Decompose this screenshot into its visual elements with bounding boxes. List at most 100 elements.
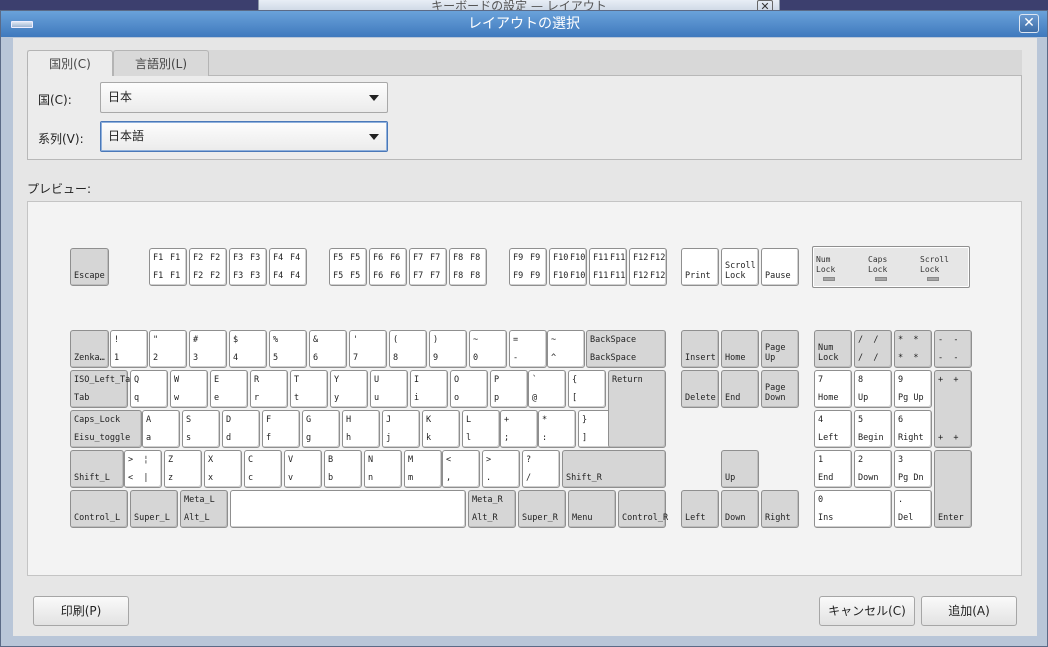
key-label-bottom: e <box>214 393 220 403</box>
key-label-bottom-right: F4 <box>290 271 301 281</box>
key-o: Oo <box>450 370 488 408</box>
key-label-bottom: < | <box>128 473 149 483</box>
key-label-bottom: 5 <box>273 353 279 363</box>
key-kp3: 3 Pg Dn <box>894 450 932 488</box>
key-label-top: ? <box>526 455 532 465</box>
key-label-bottom: * * <box>898 353 919 363</box>
key-label-top: F10 <box>553 253 569 263</box>
key-k9: ) 9 <box>429 330 467 368</box>
chevron-down-icon <box>369 134 379 140</box>
key-label-bottom: Ins <box>818 513 834 523</box>
key-label-top: 2 <box>858 455 864 465</box>
key-label-bottom: p <box>494 393 500 403</box>
key-e: Ee <box>210 370 248 408</box>
key-pgdn: Page Down <box>761 370 799 408</box>
key-label-bottom: 1 <box>114 353 120 363</box>
key-f5: F5 F5 F5 F5 <box>329 248 367 286</box>
key-label-top: F11 <box>593 253 609 263</box>
key-f11: F11 F11 F11 F11 <box>589 248 627 286</box>
key-label-bottom: F7 <box>413 271 424 281</box>
key-k4: $4 <box>229 330 267 368</box>
key-label-bottom: 3 <box>193 353 199 363</box>
key-label-bottom: Right <box>898 433 924 443</box>
key-f6: F6 F6 F6 F6 <box>369 248 407 286</box>
key-esc: Escape <box>70 248 109 286</box>
country-label: 国(C): <box>38 93 72 107</box>
print-button[interactable]: 印刷(P) <box>33 596 129 626</box>
window-menu-icon[interactable] <box>11 21 33 28</box>
key-kp6: 6 Right <box>894 410 932 448</box>
key-k0: ~0 <box>469 330 507 368</box>
key-period: >. <box>482 450 520 488</box>
key-label-bottom: / <box>526 473 532 483</box>
key-label-bottom: Home <box>818 393 839 403</box>
tab-by-language[interactable]: 言語別(L) <box>113 50 209 76</box>
key-z: Zz <box>164 450 202 488</box>
key-label-top: { <box>572 375 578 385</box>
key-label-bottom: F12 <box>633 271 649 281</box>
key-home: Home <box>721 330 759 368</box>
key-label-top: J <box>386 415 392 425</box>
key-backspace: BackSpace BackSpace <box>586 330 666 368</box>
key-label-top: Z <box>168 455 174 465</box>
key-label-top: 6 <box>898 415 904 425</box>
tab-by-country[interactable]: 国別(C) <box>27 50 113 77</box>
key-label-top: E <box>214 375 220 385</box>
key-label-top: Caps_Lock <box>74 415 121 425</box>
led-label: Scroll Lock <box>920 255 949 274</box>
key-label-bottom: End <box>818 473 834 483</box>
key-label-top: O <box>454 375 460 385</box>
key-a: Aa <box>142 410 180 448</box>
key-label-bottom: b <box>328 473 334 483</box>
key-w: Ww <box>170 370 208 408</box>
key-kpmul: * * * * <box>894 330 932 368</box>
key-label-top: & <box>313 335 319 345</box>
key-label-top: I <box>414 375 420 385</box>
key-label-top: U <box>374 375 380 385</box>
add-button[interactable]: 追加(A) <box>921 596 1017 626</box>
key-label-bottom: F3 <box>233 271 244 281</box>
key-k8: (8 <box>389 330 427 368</box>
key-slash: ? / <box>522 450 560 488</box>
key-label-top: < <box>446 455 452 465</box>
key-return: Return <box>608 370 666 448</box>
key-label-top: + + <box>938 375 959 385</box>
cancel-button[interactable]: キャンセル(C) <box>819 596 915 626</box>
key-label-bottom: BackSpace <box>590 353 637 363</box>
key-label-bottom: q <box>134 393 140 403</box>
key-label-bottom-right: F11 <box>610 271 626 281</box>
country-dropdown[interactable]: 日本 <box>100 82 388 113</box>
key-label-bottom: Shift_L <box>74 473 110 483</box>
key-label-top-right: F8 <box>470 253 481 263</box>
tab-bar: 国別(C) 言語別(L) <box>27 50 1022 77</box>
key-label-bottom: + + <box>938 433 959 443</box>
key-kminus: = - <box>509 330 547 368</box>
variant-dropdown[interactable]: 日本語 <box>100 121 388 152</box>
key-label-bottom: g <box>306 433 312 443</box>
key-label-top: ` <box>532 375 538 385</box>
key-label-bottom: F8 <box>453 271 464 281</box>
key-label-bottom: m <box>408 473 414 483</box>
key-label-top: N <box>368 455 374 465</box>
key-label-top: ~ <box>473 335 479 345</box>
key-f7: F7 F7 F7 F7 <box>409 248 447 286</box>
key-label-bottom: u <box>374 393 380 403</box>
key-label-bottom: Page Up <box>765 343 786 363</box>
key-label-bottom: d <box>226 433 232 443</box>
key-label-top: Meta_R <box>472 495 503 505</box>
led-indicator <box>927 277 939 281</box>
key-label-bottom: Page Down <box>765 383 786 403</box>
key-label-bottom: Left <box>685 513 706 523</box>
key-label-bottom-right: F10 <box>570 271 586 281</box>
key-label-top: R <box>254 375 260 385</box>
key-ctrlr: Control_R <box>618 490 669 528</box>
key-kp8: 8 Up <box>854 370 892 408</box>
key-label-top: Meta_L <box>184 495 215 505</box>
key-label-top: T <box>294 375 300 385</box>
key-label-bottom: Control_R <box>622 513 669 523</box>
close-icon[interactable]: ✕ <box>1019 14 1039 33</box>
key-label-top: . <box>898 495 904 505</box>
key-label-bottom: F2 <box>193 271 204 281</box>
key-s: Ss <box>182 410 220 448</box>
key-label-top: ~ <box>551 335 557 345</box>
